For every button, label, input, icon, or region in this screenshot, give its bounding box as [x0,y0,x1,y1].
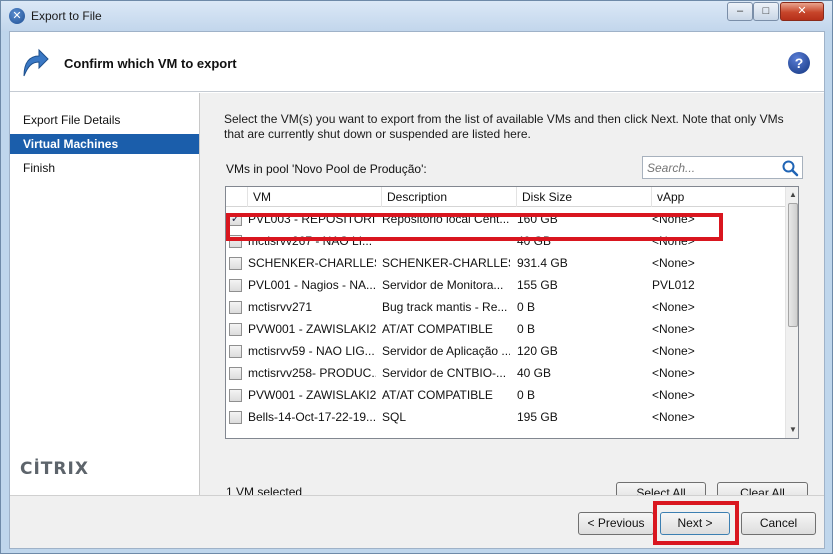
vm-name-cell: Bells-14-Oct-17-22-19... [248,410,376,424]
description-cell: SCHENKER-CHARLLES... [382,256,510,270]
table-row[interactable]: mctisrvv258- PRODUC... Servidor de CNTBI… [226,362,786,384]
vapp-cell: <None> [652,322,695,336]
citrix-logo: CİTRIX [20,459,89,479]
sidebar-item-export-file-details[interactable]: Export File Details [10,110,199,130]
title-bar[interactable]: ✕ Export to File – □ ✕ [1,1,832,31]
wizard-body: Export File Details Virtual Machines Fin… [10,93,824,505]
instructions-text: Select the VM(s) you want to export from… [224,112,784,141]
table-scrollbar[interactable]: ▲ ▼ [785,187,798,438]
vapp-cell: <None> [652,256,695,270]
vapp-cell: <None> [652,366,695,380]
wizard-header: Confirm which VM to export ? [10,32,824,92]
wizard-steps-sidebar: Export File Details Virtual Machines Fin… [10,93,200,495]
vm-name-cell: SCHENKER-CHARLLES [248,256,376,270]
row-checkbox[interactable] [229,411,242,424]
table-header: VM Description Disk Size vApp [226,187,786,207]
vapp-cell: <None> [652,344,695,358]
search-box[interactable] [642,156,803,179]
disk-size-cell: 155 GB [517,278,558,292]
previous-button[interactable]: < Previous [578,512,654,535]
scroll-thumb[interactable] [788,203,798,327]
row-checkbox[interactable] [229,323,242,336]
table-row[interactable]: PVL001 - Nagios - NA... Servidor de Moni… [226,274,786,296]
window-title: Export to File [31,9,102,23]
row-checkbox[interactable] [229,279,242,292]
description-cell: Servidor de Aplicação ... [382,344,510,358]
column-header-description[interactable]: Description [382,187,517,207]
search-icon[interactable] [781,159,799,177]
column-header-checkbox [226,187,248,207]
column-header-vapp[interactable]: vApp [652,187,786,207]
row-checkbox[interactable] [229,367,242,380]
export-arrow-icon [23,48,49,77]
disk-size-cell: 931.4 GB [517,256,568,270]
table-row[interactable]: mctisrvv59 - NAO LIG... Servidor de Apli… [226,340,786,362]
table-row[interactable]: PVW001 - ZAWISLAKI2 AT/AT COMPATIBLE 0 B… [226,384,786,406]
vapp-cell: <None> [652,300,695,314]
row-checkbox[interactable] [229,389,242,402]
disk-size-cell: 0 B [517,388,536,402]
disk-size-cell: 0 B [517,322,536,336]
scroll-up-arrow-icon[interactable]: ▲ [787,188,798,202]
vapp-cell: <None> [652,410,695,424]
table-row[interactable]: mctisrvv271 Bug track mantis - Re... 0 B… [226,296,786,318]
scroll-down-arrow-icon[interactable]: ▼ [787,423,798,437]
vm-name-cell: PVW001 - ZAWISLAKI2 [248,322,376,336]
minimize-button[interactable]: – [727,2,753,21]
disk-size-cell: 120 GB [517,344,558,358]
close-button[interactable]: ✕ [780,2,824,21]
disk-size-cell: 0 B [517,300,536,314]
page-title: Confirm which VM to export [64,56,237,71]
vapp-cell: PVL012 [652,278,695,292]
description-cell: AT/AT COMPATIBLE [382,388,493,402]
vm-name-cell: PVL001 - Nagios - NA... [248,278,376,292]
row-checkbox[interactable] [229,345,242,358]
description-cell: Servidor de CNTBIO-... [382,366,507,380]
table-row[interactable]: SCHENKER-CHARLLES SCHENKER-CHARLLES... 9… [226,252,786,274]
wizard-client: Confirm which VM to export ? Export File… [9,31,825,549]
sidebar-item-finish[interactable]: Finish [10,158,199,178]
search-input[interactable] [643,157,773,178]
export-window: ✕ Export to File – □ ✕ Confirm which VM … [0,0,833,554]
table-row[interactable]: PVW001 - ZAWISLAKI2 AT/AT COMPATIBLE 0 B… [226,318,786,340]
description-cell: SQL [382,410,407,424]
vapp-cell: <None> [652,388,695,402]
table-row[interactable]: Bells-14-Oct-17-22-19... SQL 195 GB <Non… [226,406,786,428]
disk-size-cell: 40 GB [517,366,552,380]
next-button-highlight [653,501,739,545]
vm-name-cell: mctisrvv271 [248,300,313,314]
vm-selection-panel: Select the VM(s) you want to export from… [200,93,824,505]
sidebar-item-virtual-machines[interactable]: Virtual Machines [10,134,199,154]
help-icon[interactable]: ? [788,52,810,74]
vm-name-cell: mctisrvv258- PRODUC... [248,366,376,380]
cancel-button[interactable]: Cancel [741,512,816,535]
column-header-vm[interactable]: VM [248,187,382,207]
pool-label: VMs in pool 'Novo Pool de Produção': [226,162,427,176]
wizard-footer: < Previous Next > Cancel [10,495,824,548]
column-header-disk-size[interactable]: Disk Size [517,187,652,207]
description-cell: Servidor de Monitora... [382,278,504,292]
row-checkbox[interactable] [229,301,242,314]
description-cell: AT/AT COMPATIBLE [382,322,493,336]
vm-name-cell: PVW001 - ZAWISLAKI2 [248,388,376,402]
maximize-button[interactable]: □ [753,2,779,21]
vm-name-cell: mctisrvv59 - NAO LIG... [248,344,375,358]
description-cell: Bug track mantis - Re... [382,300,508,314]
selected-row-highlight [226,213,723,241]
disk-size-cell: 195 GB [517,410,558,424]
row-checkbox[interactable] [229,257,242,270]
xencenter-app-icon: ✕ [9,8,25,24]
